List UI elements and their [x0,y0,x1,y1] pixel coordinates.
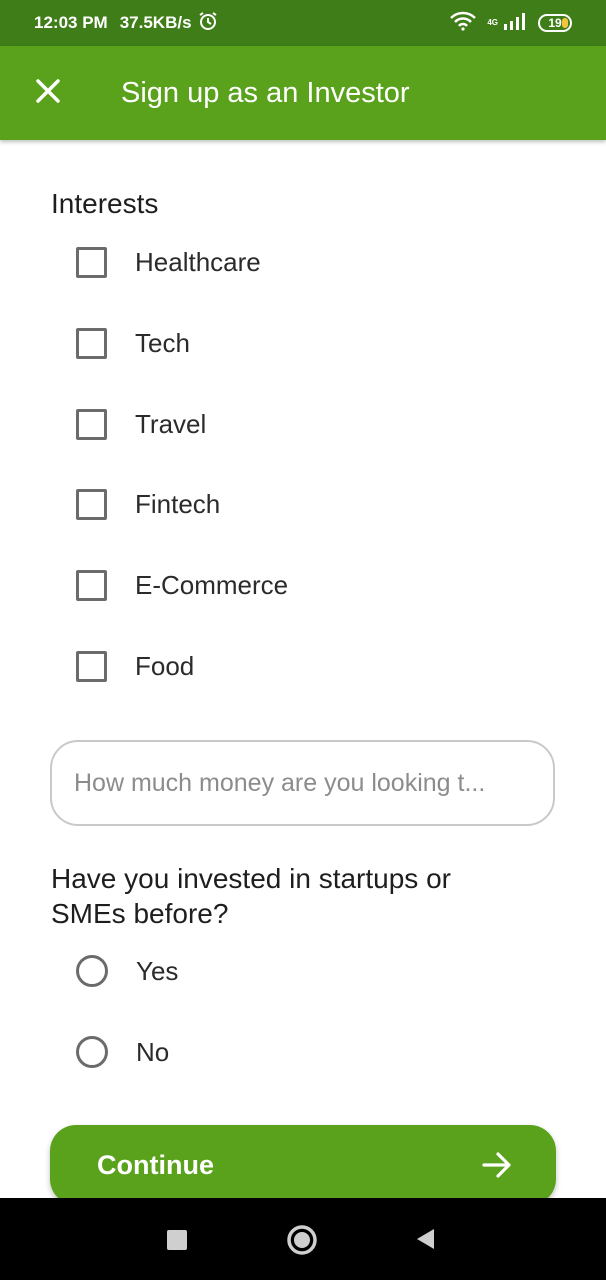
investment-amount-input[interactable] [74,768,531,798]
option-label: Food [135,650,195,681]
invested-before-heading-line1: Have you invested in startups or [51,863,451,894]
invested-before-heading: Have you invested in startups or SMEs be… [51,861,451,931]
option-label: Fintech [135,488,221,519]
status-bar: 12:03 PM 37.5KB/s 4G 19 [0,0,606,46]
invested-before-heading-line2: SMEs before? [51,898,229,929]
continue-button[interactable]: Continue [50,1125,556,1205]
interest-option-fintech[interactable]: Fintech [76,480,476,528]
invested-option-no[interactable]: No [76,1028,476,1076]
radio-button[interactable] [76,1036,108,1068]
app-bar: Sign up as an Investor [0,46,606,140]
interests-heading: Interests [51,188,159,219]
option-label: No [136,1036,170,1067]
checkbox[interactable] [76,408,107,440]
checkbox[interactable] [76,488,107,520]
close-icon [35,78,61,109]
checkbox[interactable] [76,246,107,278]
interest-option-healthcare[interactable]: Healthcare [76,238,476,286]
wifi-icon [449,11,477,36]
battery-icon: 19 [538,14,572,32]
invested-option-yes[interactable]: Yes [76,947,476,995]
status-speed: 37.5KB/s [119,13,192,32]
signal-icon [502,12,528,35]
triangle-back-icon[interactable] [414,1227,436,1251]
circle-icon[interactable] [286,1224,318,1256]
checkbox[interactable] [76,327,107,359]
option-label: Tech [135,327,190,358]
option-label: Healthcare [135,246,261,277]
investment-amount-field[interactable] [50,740,555,826]
arrow-right-icon [482,1152,512,1178]
continue-label: Continue [97,1149,214,1180]
interest-option-travel[interactable]: Travel [76,400,476,448]
status-time: 12:03 PM [34,13,108,32]
alarm-icon [198,11,218,36]
radio-button[interactable] [76,955,108,987]
option-label: Travel [135,408,207,439]
checkbox[interactable] [76,569,107,601]
interest-option-ecommerce[interactable]: E-Commerce [76,561,476,609]
close-button[interactable] [0,46,96,140]
checkbox[interactable] [76,650,107,682]
battery-level: 19 [548,16,562,30]
page-title: Sign up as an Investor [121,76,410,109]
interest-option-tech[interactable]: Tech [76,319,476,367]
square-icon[interactable] [166,1229,188,1251]
option-label: E-Commerce [135,569,289,600]
system-nav-bar [0,1198,606,1280]
option-label: Yes [136,955,179,986]
interest-option-food[interactable]: Food [76,642,476,690]
network-type: 4G [487,18,498,27]
